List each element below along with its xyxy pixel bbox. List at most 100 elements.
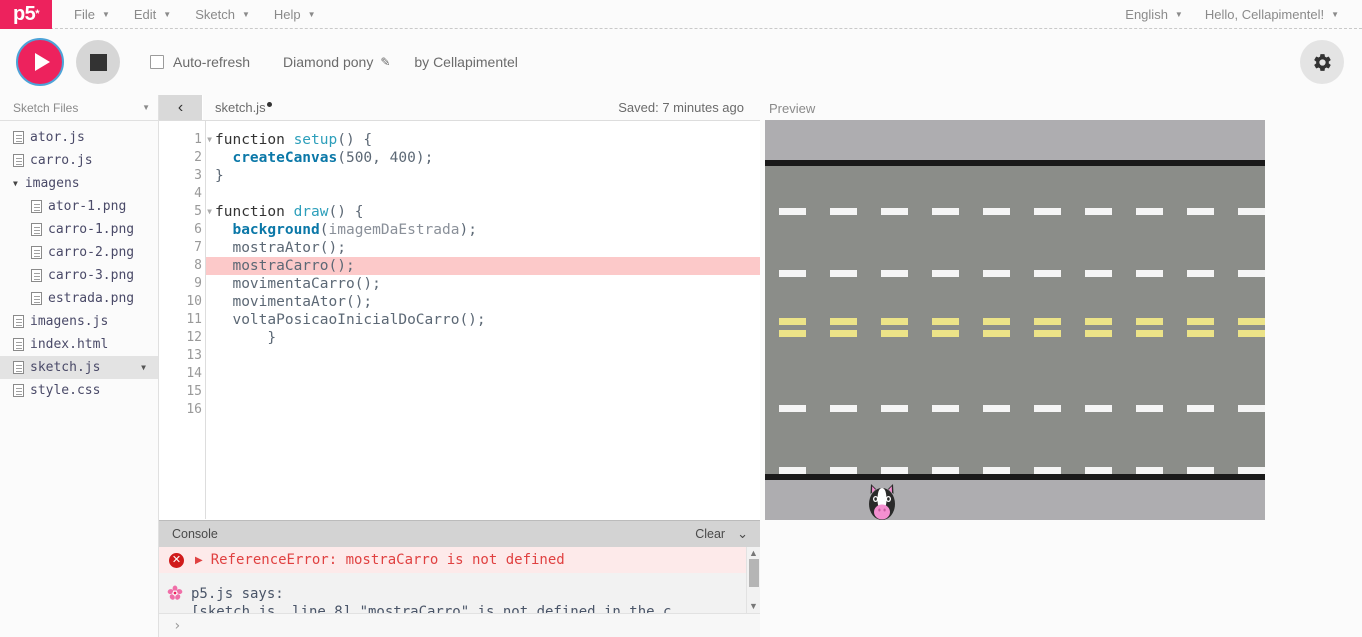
- road-dash: [1187, 318, 1214, 325]
- code-editor[interactable]: 1 ▼ 2 3 4 5 ▼ 6 7 8 9 10 11 12 13 14 15 16 function setup…: [159, 121, 760, 519]
- road-dash: [1034, 330, 1061, 337]
- code-line-11[interactable]: voltaPosicaoInicialDoCarro();: [206, 311, 760, 329]
- file-item-ator-1-png[interactable]: ator-1.png: [0, 195, 158, 218]
- code-line-9[interactable]: movimentaCarro();: [206, 275, 760, 293]
- console-scrollbar[interactable]: ▲ ▼: [746, 547, 760, 613]
- file-item-imagens[interactable]: ▼ imagens: [0, 172, 158, 195]
- stop-button[interactable]: [76, 40, 120, 84]
- file-item-ator-js[interactable]: ator.js: [0, 126, 158, 149]
- expand-triangle-icon[interactable]: ▶: [195, 555, 203, 566]
- road-scene: [765, 120, 1265, 520]
- code-line-2[interactable]: createCanvas(500, 400);: [206, 149, 760, 167]
- file-item-carro-js[interactable]: carro.js: [0, 149, 158, 172]
- scroll-down-icon[interactable]: ▼: [747, 601, 760, 611]
- console-clear-button[interactable]: Clear: [695, 527, 725, 541]
- road-dash: [830, 330, 857, 337]
- menu-file[interactable]: File ▼: [62, 0, 122, 29]
- auto-refresh-label: Auto-refresh: [173, 54, 251, 70]
- sketch-name-field[interactable]: Diamond pony ✎: [283, 54, 390, 70]
- file-item-carro-2-png[interactable]: carro-2.png: [0, 241, 158, 264]
- code-line-10[interactable]: movimentaAtor();: [206, 293, 760, 311]
- menu-edit[interactable]: Edit ▼: [122, 0, 183, 29]
- auto-refresh-checkbox[interactable]: [150, 55, 164, 69]
- road-dash: [779, 330, 806, 337]
- menu-edit-label: Edit: [133, 6, 157, 22]
- sketch-canvas[interactable]: [765, 120, 1265, 520]
- file-options-icon[interactable]: ▼: [141, 363, 146, 372]
- file-item-sketch-js[interactable]: sketch.js ▼: [0, 356, 158, 379]
- code-line-15[interactable]: [206, 383, 760, 401]
- code-line-3[interactable]: }: [206, 167, 760, 185]
- code-line-5[interactable]: function draw() {: [206, 203, 760, 221]
- code-line-12[interactable]: }: [206, 329, 760, 347]
- code-line-14[interactable]: [206, 365, 760, 383]
- p5-web-editor: p5 * File ▼ Edit ▼ Sketch ▼ Help ▼ Englis…: [0, 0, 1362, 637]
- sidebar-header[interactable]: Sketch Files ▼: [0, 95, 158, 121]
- file-item-index-html[interactable]: index.html: [0, 333, 158, 356]
- road-dash: [830, 208, 857, 215]
- file-item-label: sketch.js: [30, 360, 101, 375]
- collapse-sidebar-button[interactable]: ‹: [159, 95, 203, 120]
- line-number-gutter: 1 ▼ 2 3 4 5 ▼ 6 7 8 9 10 11 12 13 14 15 16: [159, 121, 212, 519]
- file-item-label: ator-1.png: [48, 199, 127, 214]
- road-dash: [881, 208, 908, 215]
- lane-dash-row-4: [765, 467, 1265, 474]
- road-dash: [932, 467, 959, 474]
- code-line-1[interactable]: function setup() {: [206, 131, 760, 149]
- code-line-6[interactable]: background(imagemDaEstrada);: [206, 221, 760, 239]
- pencil-icon[interactable]: ✎: [380, 55, 390, 69]
- road-curb-bottom: [765, 480, 1265, 520]
- p5-logo[interactable]: p5 *: [0, 0, 52, 29]
- road-dash: [1136, 405, 1163, 412]
- code-line-13[interactable]: [206, 347, 760, 365]
- chevron-down-icon[interactable]: ⌄: [737, 526, 748, 542]
- code-token: movimentaAtor: [232, 294, 346, 310]
- code-content[interactable]: function setup() { createCanvas(500, 400…: [206, 121, 760, 519]
- line-number-12: 12: [186, 330, 202, 345]
- editor-pane: ‹ sketch.js Saved: 7 minutes ago 1 ▼ 2 3 4 5 ▼…: [159, 95, 760, 637]
- tab-sketch-js[interactable]: sketch.js: [203, 95, 272, 120]
- code-token: ();: [459, 312, 486, 328]
- menu-help[interactable]: Help ▼: [262, 0, 328, 29]
- console-message-line-1: p5.js says:: [191, 586, 284, 602]
- road-dash: [881, 330, 908, 337]
- account-menu[interactable]: Hello, Cellapimentel! ▼: [1194, 0, 1350, 29]
- road-dash: [1187, 330, 1214, 337]
- scrollbar-thumb[interactable]: [749, 559, 759, 587]
- road-dash: [830, 467, 857, 474]
- preview-pane: Preview: [760, 95, 1362, 637]
- run-button[interactable]: [16, 38, 64, 86]
- code-line-7[interactable]: mostraAtor();: [206, 239, 760, 257]
- file-icon: [31, 246, 42, 259]
- file-icon: [31, 223, 42, 236]
- file-item-imagens-js[interactable]: imagens.js: [0, 310, 158, 333]
- road-dash: [983, 467, 1010, 474]
- file-item-carro-3-png[interactable]: carro-3.png: [0, 264, 158, 287]
- file-item-style-css[interactable]: style.css: [0, 379, 158, 402]
- road-dash: [1238, 318, 1265, 325]
- console-body[interactable]: ✕ ▶ ReferenceError: mostraCarro is not d…: [159, 547, 760, 613]
- road-dash: [1187, 270, 1214, 277]
- console-error-row[interactable]: ✕ ▶ ReferenceError: mostraCarro is not d…: [159, 547, 760, 573]
- code-line-16[interactable]: [206, 401, 760, 419]
- console-input-prompt[interactable]: ›: [159, 613, 760, 637]
- scroll-up-icon[interactable]: ▲: [747, 547, 760, 558]
- file-icon: [31, 269, 42, 282]
- line-number-11: 11: [186, 312, 202, 327]
- file-item-estrada-png[interactable]: estrada.png: [0, 287, 158, 310]
- code-token: () {: [337, 132, 373, 148]
- code-token: voltaPosicaoInicialDoCarro: [232, 312, 460, 328]
- code-line-4[interactable]: [206, 185, 760, 203]
- menu-sketch[interactable]: Sketch ▼: [183, 0, 262, 29]
- folder-expand-icon[interactable]: ▼: [13, 179, 18, 188]
- file-item-carro-1-png[interactable]: carro-1.png: [0, 218, 158, 241]
- settings-button[interactable]: [1300, 40, 1344, 84]
- code-token: function: [215, 204, 294, 220]
- code-line-8[interactable]: mostraCarro();: [206, 257, 760, 275]
- chevron-down-icon[interactable]: ▼: [142, 103, 150, 112]
- file-item-label: estrada.png: [48, 291, 135, 306]
- road-dash: [830, 318, 857, 325]
- auto-refresh-toggle[interactable]: Auto-refresh: [150, 54, 250, 70]
- road-dash: [1136, 467, 1163, 474]
- language-selector[interactable]: English ▼: [1114, 0, 1194, 29]
